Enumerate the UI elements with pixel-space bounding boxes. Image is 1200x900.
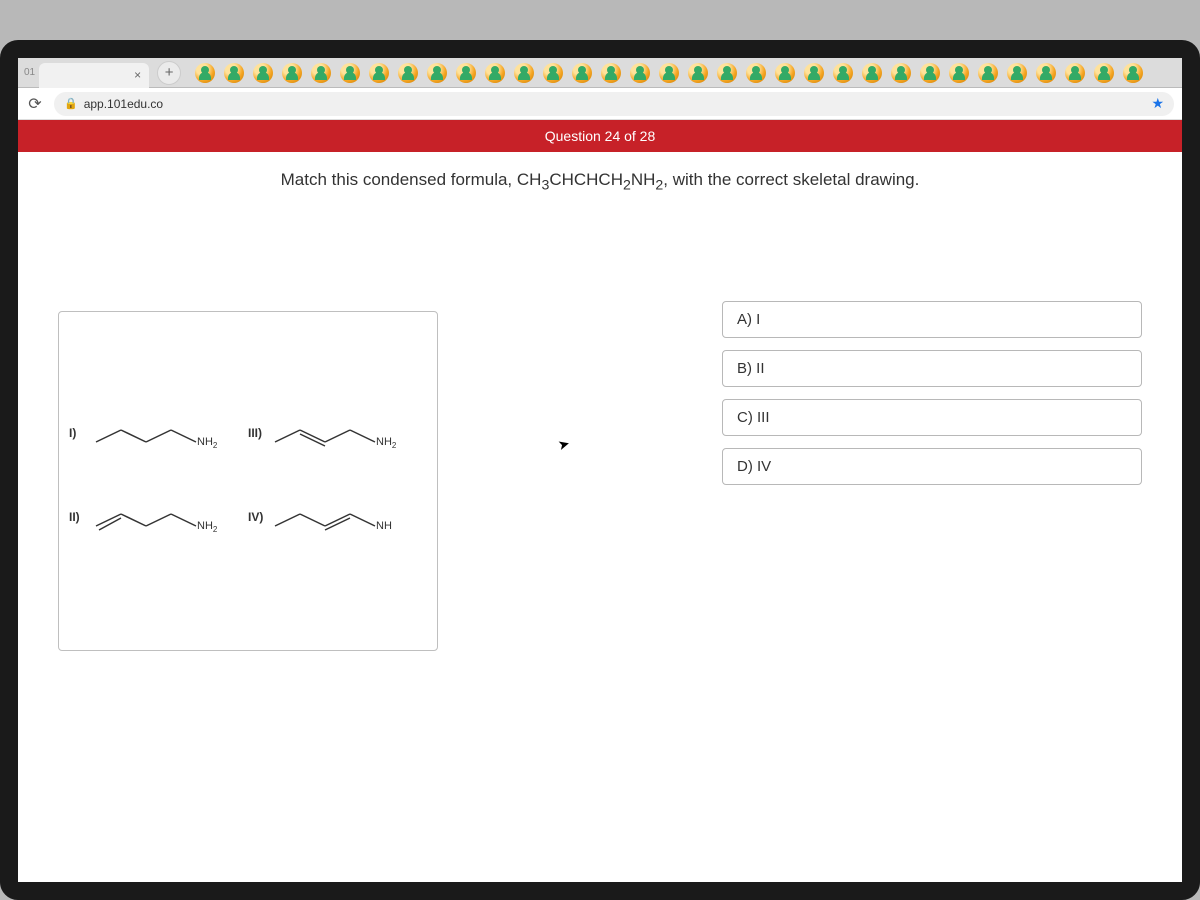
profile-icons-row bbox=[195, 63, 1143, 83]
profile-icon[interactable] bbox=[949, 63, 969, 83]
profile-icon[interactable] bbox=[775, 63, 795, 83]
structure-2: II) NH2 bbox=[69, 506, 248, 560]
skeletal-drawing: NH2 bbox=[270, 422, 427, 456]
new-tab-button[interactable]: + bbox=[157, 61, 181, 85]
profile-icon[interactable] bbox=[340, 63, 360, 83]
profile-icon[interactable] bbox=[630, 63, 650, 83]
bookmark-star-icon[interactable]: ★ bbox=[1151, 95, 1164, 112]
profile-icon[interactable] bbox=[920, 63, 940, 83]
profile-icon[interactable] bbox=[1094, 63, 1114, 83]
structure-label: II) bbox=[69, 506, 91, 524]
profile-icon[interactable] bbox=[601, 63, 621, 83]
profile-icon[interactable] bbox=[746, 63, 766, 83]
profile-icon[interactable] bbox=[224, 63, 244, 83]
profile-icon[interactable] bbox=[195, 63, 215, 83]
answer-c[interactable]: C) III bbox=[722, 399, 1142, 436]
structures-panel: I) NH2 III) bbox=[58, 311, 438, 651]
answer-b[interactable]: B) II bbox=[722, 350, 1142, 387]
close-icon[interactable]: × bbox=[134, 68, 141, 82]
profile-icon[interactable] bbox=[427, 63, 447, 83]
profile-icon[interactable] bbox=[282, 63, 302, 83]
profile-icon[interactable] bbox=[311, 63, 331, 83]
answer-d[interactable]: D) IV bbox=[722, 448, 1142, 485]
profile-icon[interactable] bbox=[398, 63, 418, 83]
skeletal-drawing: NH bbox=[270, 506, 427, 540]
skeletal-drawing: NH2 bbox=[91, 506, 248, 540]
profile-icon[interactable] bbox=[978, 63, 998, 83]
profile-icon[interactable] bbox=[833, 63, 853, 83]
profile-icon[interactable] bbox=[514, 63, 534, 83]
browser-toolbar: ⟳ 🔒 app.101edu.co ★ bbox=[18, 88, 1182, 120]
skeletal-drawing: NH2 bbox=[91, 422, 248, 456]
profile-icon[interactable] bbox=[369, 63, 389, 83]
browser-tab-strip: 01 × + bbox=[18, 58, 1182, 88]
profile-icon[interactable] bbox=[804, 63, 824, 83]
profile-icon[interactable] bbox=[543, 63, 563, 83]
question-body: I) NH2 III) bbox=[18, 201, 1182, 882]
structure-1: I) NH2 bbox=[69, 422, 248, 476]
structure-label: I) bbox=[69, 422, 91, 440]
profile-icon[interactable] bbox=[717, 63, 737, 83]
answer-a[interactable]: A) I bbox=[722, 301, 1142, 338]
address-bar[interactable]: 🔒 app.101edu.co ★ bbox=[54, 92, 1174, 116]
profile-icon[interactable] bbox=[456, 63, 476, 83]
profile-icon[interactable] bbox=[485, 63, 505, 83]
question-prompt: Match this condensed formula, CH3CHCHCH2… bbox=[18, 152, 1182, 201]
profile-icon[interactable] bbox=[253, 63, 273, 83]
lock-icon: 🔒 bbox=[64, 97, 78, 110]
mouse-cursor-icon: ➤ bbox=[556, 435, 572, 454]
profile-icon[interactable] bbox=[1007, 63, 1027, 83]
reload-icon[interactable]: ⟳ bbox=[26, 95, 44, 113]
profile-icon[interactable] bbox=[1036, 63, 1056, 83]
browser-tab-active[interactable]: × bbox=[39, 63, 149, 88]
question-counter: Question 24 of 28 bbox=[545, 128, 656, 144]
profile-icon[interactable] bbox=[688, 63, 708, 83]
structure-4: IV) NH bbox=[248, 506, 427, 560]
monitor-bezel: 01 × + bbox=[0, 40, 1200, 900]
question-header: Question 24 of 28 bbox=[18, 120, 1182, 152]
structure-label: III) bbox=[248, 422, 270, 440]
profile-icon[interactable] bbox=[659, 63, 679, 83]
profile-icon[interactable] bbox=[572, 63, 592, 83]
url-text: app.101edu.co bbox=[84, 97, 163, 111]
structure-3: III) NH2 bbox=[248, 422, 427, 476]
structure-label: IV) bbox=[248, 506, 270, 524]
quiz-app: Question 24 of 28 Match this condensed f… bbox=[18, 120, 1182, 882]
profile-icon[interactable] bbox=[891, 63, 911, 83]
profile-icon[interactable] bbox=[1123, 63, 1143, 83]
tab-text-peek: 01 bbox=[20, 67, 39, 78]
profile-icon[interactable] bbox=[862, 63, 882, 83]
profile-icon[interactable] bbox=[1065, 63, 1085, 83]
answer-choices: A) I B) II C) III D) IV bbox=[722, 291, 1142, 485]
